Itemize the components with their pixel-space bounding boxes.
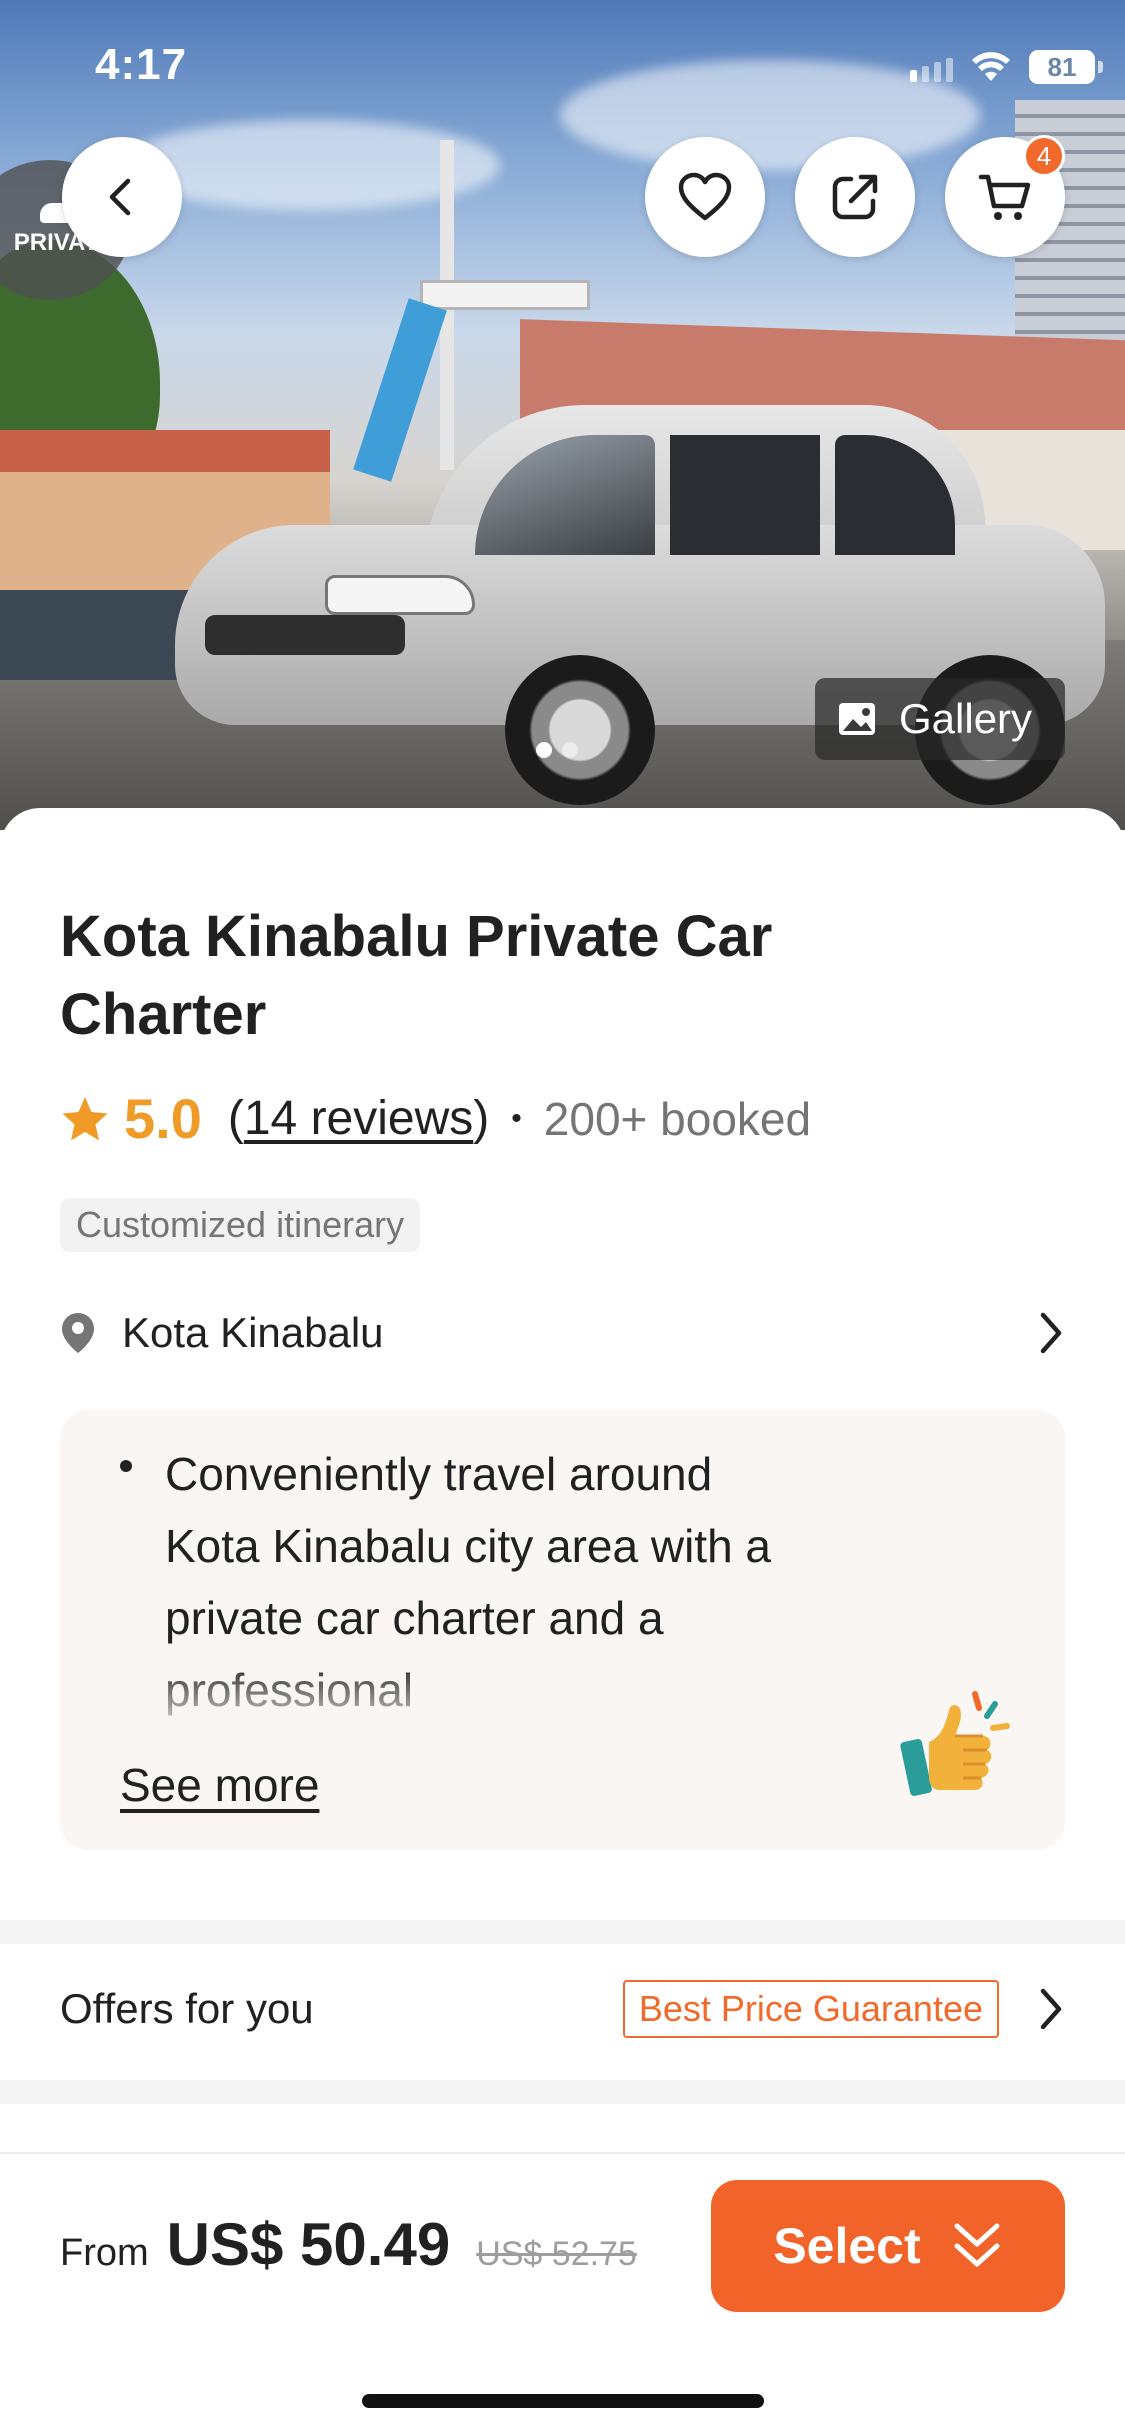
carousel-dots (536, 742, 578, 758)
product-title: Kota Kinabalu Private Car Charter (60, 904, 773, 1047)
offers-row[interactable]: Offers for you Best Price Guarantee (60, 1944, 1065, 2074)
back-icon (109, 178, 131, 216)
reviews-link[interactable]: (14 reviews) (228, 1091, 489, 1146)
share-button[interactable] (795, 137, 915, 257)
signal-icon (910, 52, 953, 82)
select-label: Select (773, 2218, 921, 2274)
see-more-link[interactable]: See more (120, 1758, 319, 1812)
booked-count: 200+ booked (543, 1092, 812, 1145)
cart-button[interactable]: 4 (945, 135, 1065, 257)
car-front-wheel (505, 655, 655, 805)
description-box: Conveniently travel around Kota Kinabalu… (60, 1410, 1065, 1850)
star-icon (62, 1096, 108, 1140)
reviews-close-paren: ) (473, 1092, 490, 1145)
car-headlamp (325, 575, 475, 615)
chevron-right-icon (1040, 1988, 1062, 2030)
rating-score: 5.0 (124, 1087, 202, 1150)
carousel-dot-active (536, 742, 552, 758)
location-row[interactable]: Kota Kinabalu (60, 1298, 1065, 1368)
itinerary-tag: Customized itinerary (60, 1198, 421, 1252)
wishlist-button[interactable] (645, 137, 765, 257)
heart-icon (678, 172, 732, 221)
cart-count-badge: 4 (1023, 135, 1065, 177)
car-window (670, 435, 820, 555)
location-text: Kota Kinabalu (122, 1309, 384, 1356)
rating-row: 5.0 (14 reviews) • 200+ booked (60, 1086, 811, 1151)
double-chevron-down-icon (954, 2223, 1000, 2267)
battery-indicator: 81 (1029, 50, 1103, 84)
gallery-label: Gallery (899, 695, 1033, 742)
reviews-count: 14 reviews (243, 1092, 474, 1145)
section-divider (0, 1920, 1125, 1944)
price-row: From US$ 50.49 US$ 52.75 (60, 2210, 637, 2279)
best-price-badge: Best Price Guarantee (622, 1980, 999, 2038)
image-icon (839, 703, 875, 735)
back-button[interactable] (62, 137, 182, 257)
cart-icon (978, 174, 1031, 220)
hero-image[interactable]: PRIVATE 4:17 81 4 Gallery (0, 0, 1125, 830)
select-button[interactable]: Select (711, 2180, 1065, 2312)
share-icon (832, 174, 878, 220)
gallery-button[interactable]: Gallery (815, 678, 1065, 760)
reviews-open-paren: ( (227, 1092, 244, 1145)
bullet (120, 1460, 132, 1472)
carousel-dot (562, 742, 578, 758)
current-price: US$ 50.49 (166, 2211, 451, 2278)
section-divider (0, 2080, 1125, 2104)
status-time: 4:17 (95, 40, 188, 89)
original-price: US$ 52.75 (476, 2235, 637, 2273)
background-tower-deck (420, 280, 590, 310)
home-indicator[interactable] (362, 2394, 764, 2408)
chevron-right-icon (1040, 1312, 1062, 1354)
separator-dot: • (511, 1101, 522, 1135)
thumbs-up-icon (900, 1691, 1010, 1796)
location-pin-icon (62, 1313, 94, 1353)
from-label: From (60, 2232, 149, 2274)
offers-label: Offers for you (60, 1985, 314, 2032)
wifi-icon (972, 52, 1010, 81)
status-icons: 81 (910, 50, 1103, 84)
car-grill (205, 615, 405, 655)
